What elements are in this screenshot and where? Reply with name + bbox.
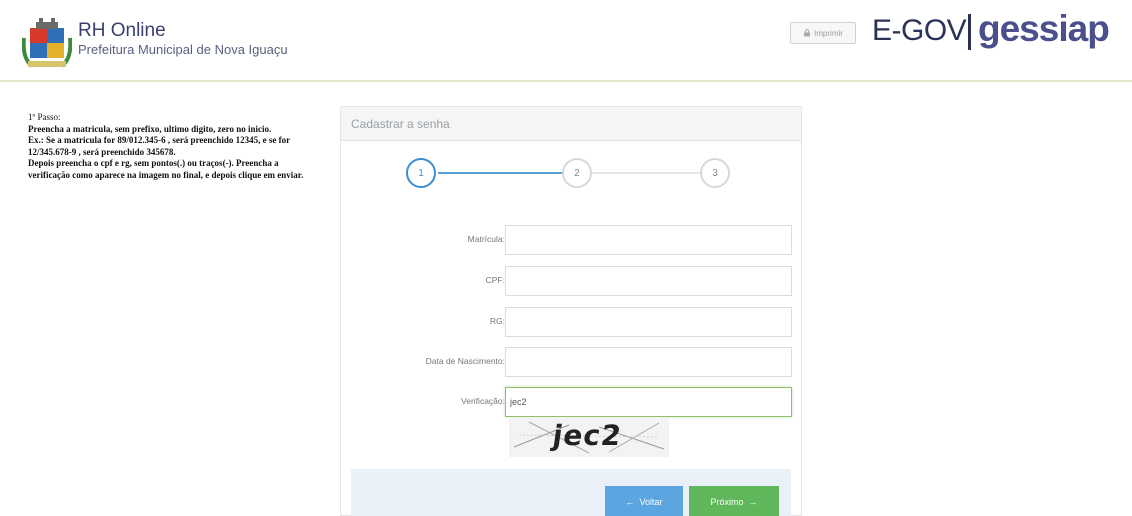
matricula-row: Matrícula: (341, 225, 803, 257)
captcha-image: jec2 (509, 417, 669, 457)
step-connector-1 (438, 172, 564, 174)
back-button[interactable]: ← Voltar (605, 486, 683, 516)
arrow-left-icon: ← (625, 497, 635, 507)
birthdate-row: Data de Nascimento: (341, 347, 803, 379)
cpf-field[interactable] (505, 266, 792, 296)
print-button[interactable]: Imprimir (790, 22, 856, 44)
instructions-line-2: Ex.: Se a matricula for 89/012.345-6 , s… (28, 135, 290, 157)
header: RH Online Prefeitura Municipal de Nova I… (0, 0, 1132, 82)
matricula-field[interactable] (505, 225, 792, 255)
coat-of-arms-logo (22, 18, 72, 68)
panel-title: Cadastrar a senha (341, 107, 801, 141)
verification-label: Verificação: (461, 396, 505, 406)
cpf-row: CPF: (341, 266, 803, 298)
instructions-line-3: Depois preencha o cpf e rg, sem pontos(.… (28, 158, 304, 180)
instructions-line-1: Preencha a matricula, sem prefixo, ultim… (28, 123, 272, 134)
lock-icon (804, 29, 811, 37)
app-subtitle: Prefeitura Municipal de Nova Iguaçu (78, 42, 288, 57)
birthdate-field[interactable] (505, 347, 792, 377)
app-title: RH Online (78, 20, 166, 41)
logo-separator (968, 14, 971, 50)
verification-row: Verificação: (341, 387, 803, 419)
back-button-label: Voltar (639, 497, 663, 507)
cpf-label: CPF: (485, 275, 505, 285)
verification-field[interactable] (505, 387, 792, 417)
arrow-right-icon: → (748, 497, 758, 507)
register-password-panel: Cadastrar a senha 1 2 3 Matrícula: CPF: … (340, 106, 802, 516)
rg-row: RG: (341, 307, 803, 339)
step-2-indicator: 2 (562, 158, 592, 188)
next-button-label: Próximo (710, 497, 744, 507)
step-3-indicator: 3 (700, 158, 730, 188)
instructions: 1º Passo: Preencha a matricula, sem pref… (28, 112, 313, 181)
egov-logo-text: E-GOV (872, 14, 967, 47)
birthdate-label: Data de Nascimento: (425, 356, 505, 366)
step-connector-2 (590, 172, 700, 174)
instructions-heading: 1º Passo: (28, 112, 61, 122)
matricula-label: Matrícula: (467, 234, 505, 244)
print-label: Imprimir (814, 28, 843, 38)
captcha-text: jec2 (550, 419, 624, 452)
rg-label: RG: (489, 316, 505, 326)
next-button[interactable]: Próximo → (689, 486, 779, 516)
rg-field[interactable] (505, 307, 792, 337)
wizard-steps: 1 2 3 (406, 157, 730, 189)
step-1-indicator: 1 (406, 158, 436, 188)
gessiap-logo-text: gessiap (978, 8, 1110, 49)
